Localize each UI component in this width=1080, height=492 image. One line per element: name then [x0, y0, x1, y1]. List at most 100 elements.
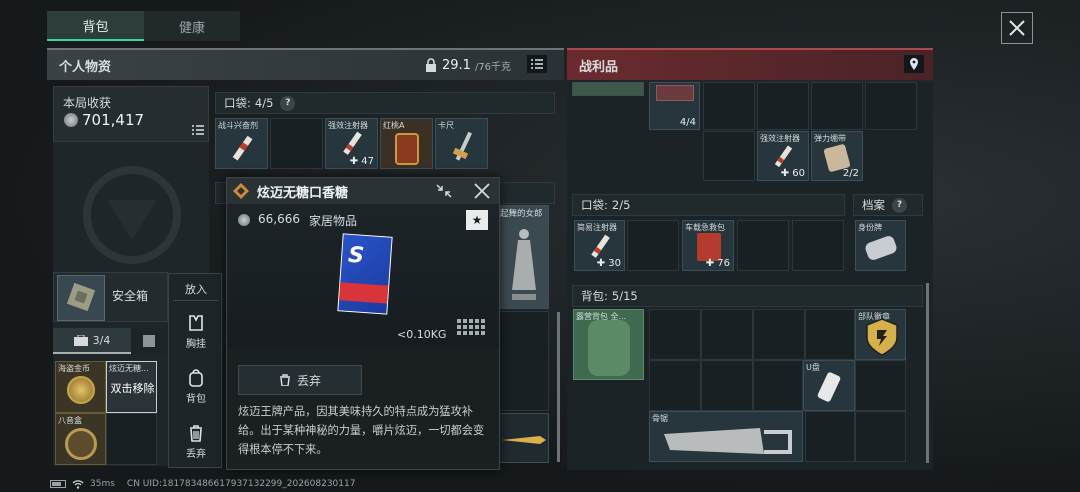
personal-title: 个人物资	[59, 59, 112, 75]
location-button[interactable]	[904, 55, 924, 73]
loot-cell	[757, 82, 809, 130]
menu-item-backpack[interactable]: 背包	[169, 369, 223, 405]
archive-label: 档案	[862, 198, 885, 212]
loot-item-simple-injector[interactable]: 简易注射器 ✚ 30	[574, 220, 625, 271]
pocket-cell-empty	[270, 118, 323, 169]
loot-item-first-aid[interactable]: 车载急救包 ✚ 76	[682, 220, 734, 271]
item-name: 起舞的女郎	[500, 209, 543, 219]
help-icon[interactable]: ?	[892, 197, 907, 213]
pocket-label: 口袋:	[581, 198, 608, 212]
loot-cell	[811, 82, 863, 130]
dogtag-icon	[863, 234, 899, 262]
safebox-label: 安全箱	[112, 289, 149, 303]
weight-display: 29.1 /76千克	[424, 56, 511, 74]
syringe-icon	[343, 131, 362, 155]
double-click-remove: 双击移除	[110, 382, 155, 395]
close-icon[interactable]	[473, 182, 491, 200]
weight-max: /76千克	[474, 61, 512, 73]
loot-cell	[701, 360, 753, 411]
discard-button[interactable]: 丢弃	[238, 365, 362, 395]
dancing-girl-item[interactable]: 起舞的女郎	[497, 205, 549, 309]
pocket-item-caliper[interactable]: 卡尺	[435, 118, 488, 169]
loot-item-badge[interactable]: 部队徽章	[855, 309, 906, 360]
loot-cell	[703, 82, 755, 130]
loot-item-usb[interactable]: U盘	[803, 360, 855, 411]
loot-item-strong-injector[interactable]: 强效注射器 ✚ 60	[757, 131, 809, 181]
loot-item-partial[interactable]	[572, 82, 644, 96]
close-button[interactable]	[1001, 12, 1033, 44]
help-icon[interactable]: ?	[280, 95, 296, 111]
tab-health[interactable]: 健康	[144, 11, 240, 41]
caliper-icon	[452, 131, 472, 161]
container-tab[interactable]: 3/4	[53, 328, 131, 354]
menu-item-discard[interactable]: 丢弃	[169, 424, 223, 460]
popup-description: 炫迈王牌产品，因其美味持久的特点成为猛攻补给。出于某种神秘的力量，嚼片炫迈，一切…	[238, 405, 485, 456]
loot-cell	[649, 360, 701, 411]
backpack-icon	[189, 369, 203, 387]
category-icon	[233, 183, 249, 199]
loot-cell	[855, 360, 906, 411]
loot-item-camping-backpack[interactable]: 露营背包 全...	[573, 309, 644, 380]
safebox-row[interactable]: 安全箱	[53, 272, 168, 322]
loot-item-dogtag[interactable]: 身份牌	[855, 220, 906, 271]
blade-icon	[502, 436, 546, 444]
earnings-label: 本局收获	[63, 96, 112, 110]
item-qty: ✚ 60	[780, 168, 805, 179]
favorite-star-icon[interactable]: ★	[466, 210, 488, 230]
coin-icon	[238, 214, 250, 226]
container-cell	[106, 413, 157, 465]
loot-cell	[865, 82, 917, 130]
container-item-pirate-coin[interactable]: 海盗金币	[55, 361, 106, 413]
item-name: U盘	[806, 363, 820, 372]
item-qty: ✚ 30	[596, 258, 621, 269]
item-name: 战斗兴奋剂	[218, 121, 258, 130]
uid-text: CN UID:18178348661793713229​9_2026082301…	[126, 479, 356, 489]
item-qty: ✚ 76	[705, 258, 730, 269]
container-item-gum[interactable]: 炫迈无糖... 双击移除	[106, 361, 157, 413]
menu-item-label: 丢弃	[186, 449, 206, 460]
ping-value: 35ms	[90, 479, 115, 489]
container-tab-2[interactable]	[131, 328, 168, 354]
loot-header: 战利品	[567, 48, 933, 80]
container-item-music-box[interactable]: 八音盒	[55, 413, 106, 465]
loot-cell	[753, 360, 803, 411]
first-aid-icon	[697, 233, 721, 261]
syringe-icon	[232, 135, 253, 161]
item-qty: 4/4	[679, 117, 696, 128]
gum-logo: S	[347, 242, 365, 269]
bone-saw-icon	[664, 428, 792, 454]
close-icon	[1009, 20, 1025, 36]
tab-backpack[interactable]: 背包	[47, 11, 144, 41]
loot-cell	[649, 309, 701, 360]
pocket-item-strong-injector[interactable]: 强效注射器 ✚ 47	[325, 118, 378, 169]
menu-item-label: 背包	[186, 394, 206, 405]
item-qty: ✚ 47	[349, 156, 374, 167]
pocket-item-stimulant[interactable]: 战斗兴奋剂	[215, 118, 268, 169]
put-in-title: 放入	[185, 283, 207, 296]
wifi-icon	[72, 480, 84, 489]
loot-item-bone-saw[interactable]: 骨锯	[649, 411, 803, 462]
item-name: 炫迈无糖...	[109, 364, 149, 373]
item-name: 卡尺	[438, 121, 454, 130]
menu-item-vest[interactable]: 胸挂	[169, 314, 223, 350]
list-icon[interactable]	[192, 125, 204, 135]
loot-item-top[interactable]: 4/4	[649, 82, 700, 130]
collapse-icon[interactable]	[435, 183, 453, 199]
loot-item-bandage[interactable]: 弹力绷带 2/2	[811, 131, 863, 181]
item-name: 身份牌	[858, 223, 882, 232]
archive-header: 档案 ?	[853, 194, 923, 216]
scrollbar[interactable]	[557, 312, 560, 462]
loot-cell	[703, 131, 755, 181]
pocket-item-ace-hearts[interactable]: 红桃A	[380, 118, 433, 169]
weight-list-button[interactable]	[527, 55, 547, 73]
knife-item[interactable]	[497, 413, 549, 463]
grid-size-icon	[457, 319, 485, 335]
put-in-menu: 放入 胸挂 背包 丢弃	[168, 273, 222, 468]
item-detail-popup: 炫迈无糖口香糖 66,666 家居物品 ★ S <0.10KG 丢弃 炫迈王牌产…	[226, 177, 500, 470]
scrollbar[interactable]	[926, 283, 929, 463]
popup-weight: <0.10KG	[397, 328, 447, 341]
divider	[173, 300, 219, 301]
popup-value: 66,666	[258, 212, 300, 226]
item-name: 海盗金币	[58, 364, 90, 373]
loot-cell	[805, 309, 855, 360]
